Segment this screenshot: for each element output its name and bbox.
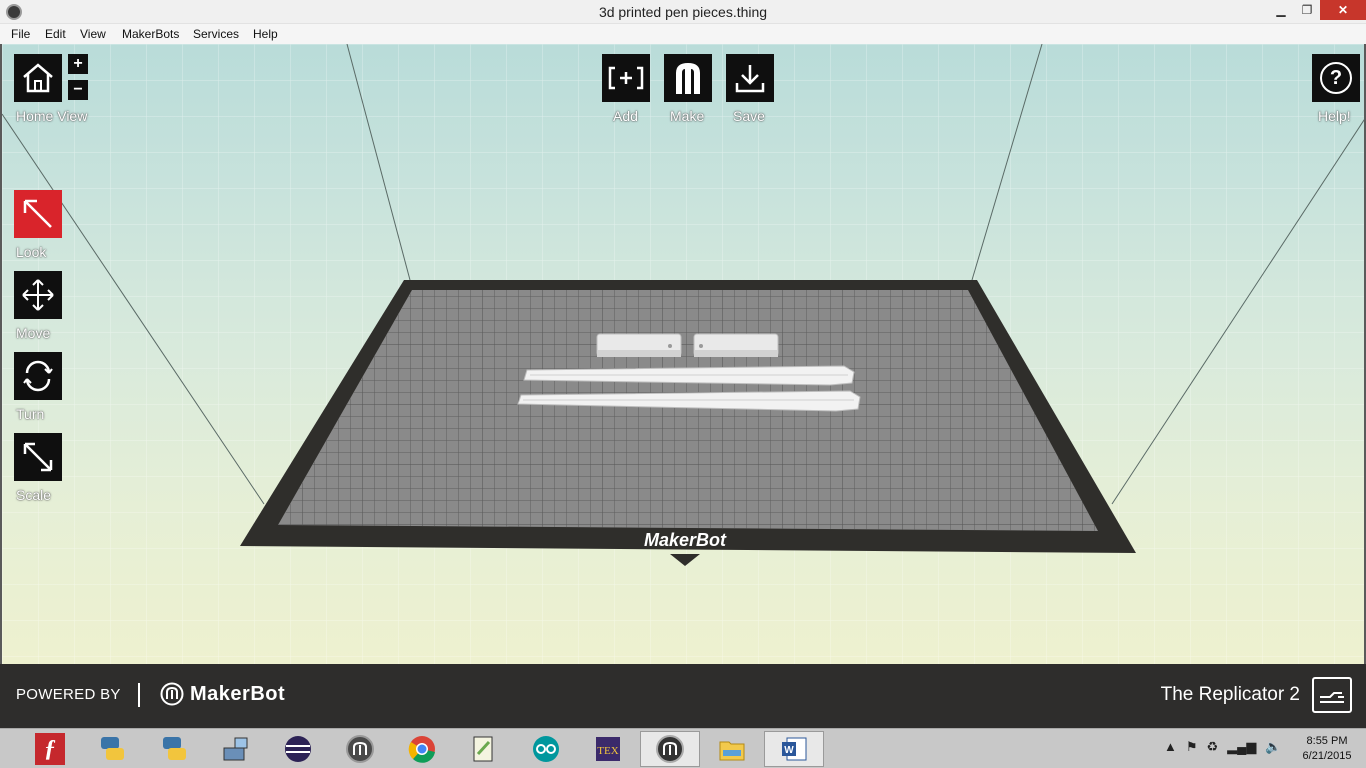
maximize-button[interactable]: ❐ xyxy=(1294,0,1320,20)
3d-viewport[interactable]: MakerBot + − Home View Add Make Save ? H… xyxy=(0,44,1366,664)
make-button[interactable] xyxy=(664,54,712,102)
plate-brand: MakerBot xyxy=(644,530,727,550)
rotate-icon xyxy=(23,360,53,392)
home-icon xyxy=(23,63,53,93)
home-view-label: Home View xyxy=(16,108,88,124)
action-center-flag-icon[interactable]: ⚑ xyxy=(1186,739,1198,755)
move-label: Move xyxy=(16,325,51,341)
python-icon[interactable] xyxy=(82,731,142,767)
move-tool-button[interactable] xyxy=(14,271,62,319)
move-arrows-icon xyxy=(22,279,54,311)
menu-file[interactable]: File xyxy=(11,27,30,41)
scale-label: Scale xyxy=(16,487,52,503)
makerbot-logo-icon xyxy=(160,682,184,706)
footer-brand-name: MakerBot xyxy=(190,682,286,705)
makerware-icon[interactable] xyxy=(330,731,390,767)
system-tray: ▲ ⚑ ♻ ▂▄▆ 🔈 xyxy=(1164,739,1282,755)
save-button[interactable] xyxy=(726,54,774,102)
add-label: Add xyxy=(613,108,638,124)
home-view-button[interactable] xyxy=(14,54,62,102)
look-label: Look xyxy=(16,244,47,260)
windows-taskbar: ƒ TEX W ▲ ⚑ ♻ ▂▄▆ 🔈 8:55 PM 6/21/2015 xyxy=(0,728,1366,768)
pen-clip-part[interactable] xyxy=(693,333,779,357)
help-icon: ? xyxy=(1320,62,1352,94)
chrome-icon[interactable] xyxy=(392,731,452,767)
python-icon[interactable] xyxy=(144,731,204,767)
menu-view[interactable]: View xyxy=(80,27,106,41)
notepad-plus-icon[interactable] xyxy=(454,731,514,767)
powered-by-text: POWERED BY xyxy=(16,686,121,703)
svg-text:W: W xyxy=(784,745,794,756)
volume-icon[interactable]: 🔈 xyxy=(1265,739,1281,755)
menu-bar: File Edit View MakerBots Services Help xyxy=(0,24,1366,44)
minimize-button[interactable]: ▁ xyxy=(1268,0,1294,20)
tex-icon[interactable]: TEX xyxy=(578,731,638,767)
fusion-icon[interactable]: ƒ xyxy=(20,731,80,767)
turn-tool-button[interactable] xyxy=(14,352,62,400)
menu-makerbots[interactable]: MakerBots xyxy=(122,27,179,41)
footer-divider xyxy=(138,683,140,707)
pen-clip-part[interactable] xyxy=(596,333,682,357)
download-icon xyxy=(735,65,765,93)
save-label: Save xyxy=(733,108,765,124)
printer-glyph-icon xyxy=(1320,692,1344,703)
menu-edit[interactable]: Edit xyxy=(45,27,66,41)
printer-icon[interactable] xyxy=(1312,677,1352,713)
menu-help[interactable]: Help xyxy=(253,27,278,41)
help-label: Help! xyxy=(1318,108,1351,124)
signal-bars-icon[interactable]: ▂▄▆ xyxy=(1227,739,1256,755)
tray-expand-icon[interactable]: ▲ xyxy=(1164,739,1177,755)
zoom-out-button[interactable]: − xyxy=(68,80,88,100)
clock-time: 8:55 PM xyxy=(1306,735,1348,747)
clock-date: 6/21/2015 xyxy=(1302,750,1352,762)
build-plate-grid-major xyxy=(278,290,1098,531)
footer-brand: MakerBot xyxy=(160,682,285,706)
help-button[interactable]: ? xyxy=(1312,54,1360,102)
arduino-icon[interactable] xyxy=(516,731,576,767)
footer-bar: POWERED BY MakerBot The Replicator 2 xyxy=(0,664,1366,728)
network-setup-icon[interactable] xyxy=(206,731,266,767)
close-button[interactable]: ✕ xyxy=(1320,0,1366,20)
makerbot-icon[interactable] xyxy=(640,731,700,767)
make-label: Make xyxy=(670,108,705,124)
title-bar: 3d printed pen pieces.thing ▁ ❐ ✕ xyxy=(0,0,1366,24)
look-tool-button[interactable] xyxy=(14,190,62,238)
menu-services[interactable]: Services xyxy=(193,27,239,41)
zoom-in-button[interactable]: + xyxy=(68,54,88,74)
window-title: 3d printed pen pieces.thing xyxy=(598,4,768,20)
scale-tool-button[interactable] xyxy=(14,433,62,481)
build-volume-scene: MakerBot xyxy=(2,44,1364,664)
word-icon[interactable]: W xyxy=(764,731,824,767)
turn-label: Turn xyxy=(16,406,45,422)
printer-name[interactable]: The Replicator 2 xyxy=(1161,684,1300,706)
makerbot-m-icon xyxy=(676,63,700,94)
scale-arrows-icon xyxy=(23,442,53,472)
add-button[interactable] xyxy=(602,54,650,102)
file-explorer-icon[interactable] xyxy=(702,731,762,767)
eclipse-icon[interactable] xyxy=(268,731,328,767)
svg-text:TEX: TEX xyxy=(597,745,618,757)
recycle-icon[interactable]: ♻ xyxy=(1207,739,1219,755)
arrow-diagonal-icon xyxy=(23,199,52,228)
add-icon xyxy=(608,66,644,90)
clock[interactable]: 8:55 PM 6/21/2015 xyxy=(1290,734,1364,764)
